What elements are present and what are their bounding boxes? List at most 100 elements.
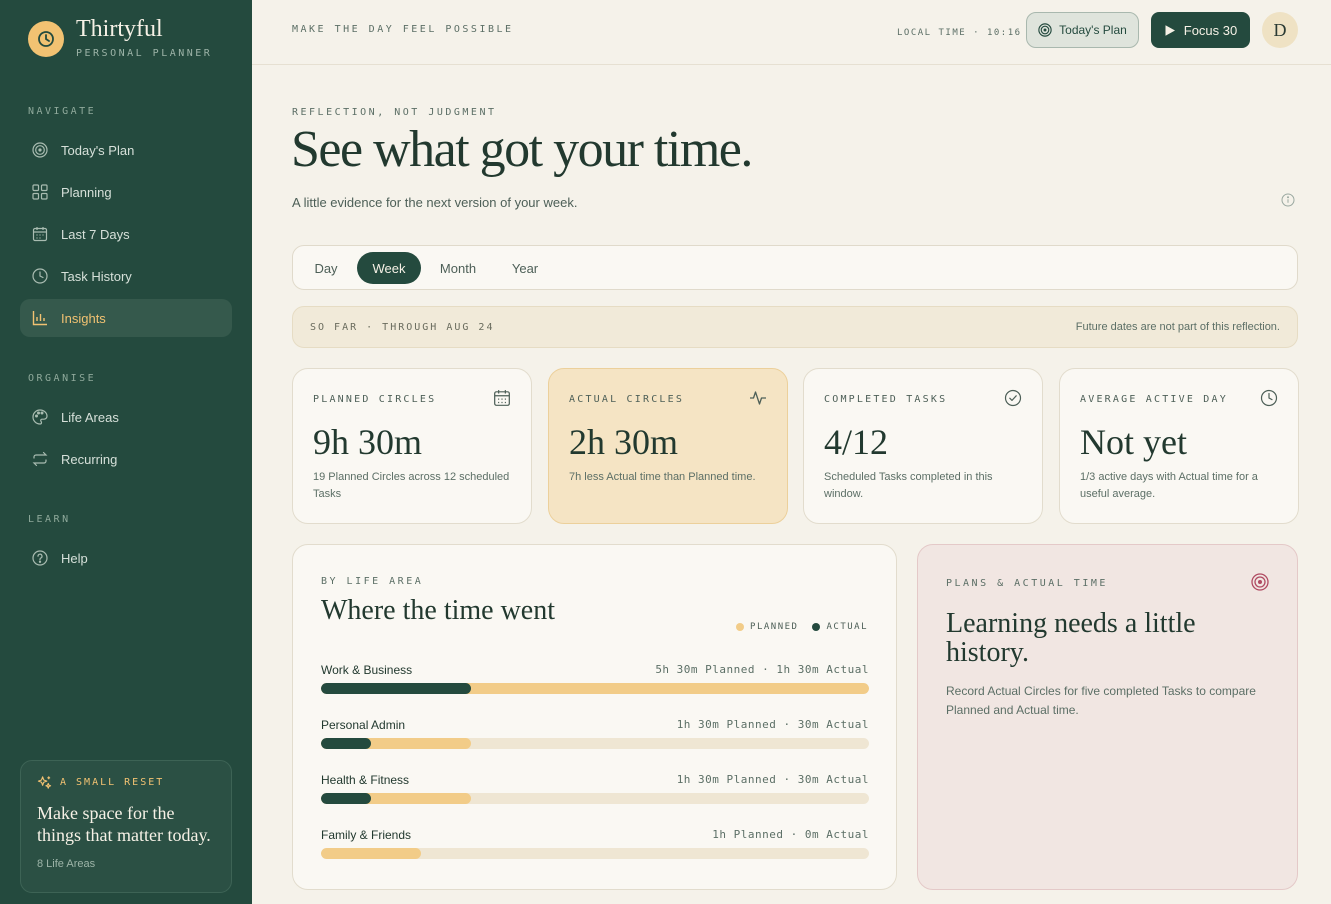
stat-value: 9h 30m [313, 422, 423, 462]
sidebar-item-help[interactable]: Help [20, 539, 232, 577]
life-area-track [321, 848, 869, 859]
nav-section-learn: LEARN [28, 514, 71, 525]
stat-label: PLANNED CIRCLES [313, 394, 437, 405]
stat-value: Not yet [1080, 422, 1187, 462]
sidebar: Thirtyful PERSONAL PLANNER NAVIGATE Toda… [0, 0, 252, 904]
nav-section-navigate: NAVIGATE [28, 106, 97, 117]
stat-value: 4/12 [824, 422, 889, 462]
clock-logo-icon [28, 20, 64, 57]
period-tabs: Day Week Month Year [292, 245, 1298, 290]
legend-planned-dot [736, 623, 745, 631]
sidebar-item-label: Help [61, 550, 88, 566]
calendar-icon [493, 389, 511, 412]
panel-eyebrow: BY LIFE AREA [321, 576, 424, 587]
tab-year[interactable]: Year [497, 252, 553, 284]
notice-text: Future dates are not part of this reflec… [1075, 321, 1280, 333]
palette-icon [32, 409, 48, 425]
life-area-track [321, 738, 869, 749]
life-area-name: Health & Fitness [321, 773, 410, 787]
info-icon[interactable] [1281, 193, 1295, 212]
page-subtitle: A little evidence for the next version o… [292, 195, 578, 210]
hero-eyebrow: REFLECTION, NOT JUDGMENT [292, 107, 497, 118]
tab-month[interactable]: Month [429, 252, 487, 284]
clock-icon [1260, 389, 1278, 412]
stat-label: AVERAGE ACTIVE DAY [1080, 394, 1228, 405]
stat-completed-tasks: COMPLETED TASKS 4/12 Scheduled Tasks com… [803, 368, 1043, 524]
avatar[interactable]: D [1262, 12, 1298, 48]
stat-label: COMPLETED TASKS [824, 394, 948, 405]
life-area-values: 5h 30m Planned · 1h 30m Actual [655, 663, 869, 676]
sparkle-icon [37, 775, 52, 790]
sidebar-item-label: Life Areas [61, 409, 119, 425]
sidebar-item-label: Planning [61, 184, 112, 200]
reset-card-title: Make space for the things that matter to… [37, 803, 211, 845]
tab-day[interactable]: Day [303, 252, 349, 284]
legend-actual-dot [812, 623, 821, 631]
history-title: Learning needs a little history. [946, 608, 1196, 668]
panel-title: Where the time went [321, 595, 556, 626]
todays-plan-button[interactable]: Today's Plan [1026, 12, 1139, 48]
life-area-track [321, 793, 869, 804]
history-description: Record Actual Circles for five completed… [946, 684, 1256, 717]
local-time: LOCAL TIME · 10:16 [897, 28, 1022, 38]
page-title: See what got your time. [291, 121, 753, 178]
sidebar-item-task-history[interactable]: Task History [20, 257, 232, 295]
stat-description: 19 Planned Circles across 12 scheduled T… [313, 471, 510, 500]
life-area-values: 1h Planned · 0m Actual [712, 828, 869, 841]
life-area-values: 1h 30m Planned · 30m Actual [676, 718, 869, 731]
grid-icon [32, 184, 48, 200]
help-icon [32, 550, 48, 566]
life-area-values: 1h 30m Planned · 30m Actual [676, 773, 869, 786]
brand[interactable]: Thirtyful PERSONAL PLANNER [28, 17, 213, 59]
actual-bar [321, 793, 371, 804]
sidebar-item-todays-plan[interactable]: Today's Plan [20, 131, 232, 169]
sidebar-item-label: Last 7 Days [61, 226, 130, 242]
reset-card-footer: 8 Life Areas [37, 858, 96, 870]
chart-legend: PLANNED ACTUAL [736, 622, 868, 632]
target-icon [32, 142, 48, 158]
clock-icon [32, 268, 48, 284]
history-eyebrow: PLANS & ACTUAL TIME [946, 578, 1108, 589]
play-icon [1164, 24, 1176, 37]
tab-week[interactable]: Week [357, 252, 421, 284]
plans-actual-panel: PLANS & ACTUAL TIME Learning needs a lit… [917, 544, 1298, 890]
reset-card-label: A SMALL RESET [60, 777, 165, 788]
notice-range: SO FAR · THROUGH AUG 24 [310, 322, 495, 333]
brand-subtitle: PERSONAL PLANNER [76, 48, 213, 59]
small-reset-card[interactable]: A SMALL RESET Make space for the things … [20, 760, 232, 893]
reflection-notice: SO FAR · THROUGH AUG 24 Future dates are… [292, 306, 1298, 348]
stat-average-active-day: AVERAGE ACTIVE DAY Not yet 1/3 active da… [1059, 368, 1299, 524]
life-area-track [321, 683, 869, 694]
check-circle-icon [1004, 389, 1022, 412]
actual-bar [321, 738, 371, 749]
actual-bar [321, 683, 471, 694]
stat-description: 7h less Actual time than Planned time. [569, 471, 756, 483]
focus-30-button[interactable]: Focus 30 [1151, 12, 1250, 48]
stat-description: Scheduled Tasks completed in this window… [824, 471, 993, 500]
calendar-icon [32, 226, 48, 242]
sidebar-item-insights[interactable]: Insights [20, 299, 232, 337]
sidebar-item-life-areas[interactable]: Life Areas [20, 398, 232, 436]
sidebar-item-label: Recurring [61, 451, 118, 467]
bar-chart-icon [32, 310, 48, 326]
pulse-icon [749, 389, 767, 412]
sidebar-item-label: Task History [61, 268, 132, 284]
legend-planned: PLANNED [750, 622, 799, 632]
sidebar-item-last-7-days[interactable]: Last 7 Days [20, 215, 232, 253]
life-area-name: Work & Business [321, 663, 413, 677]
planned-bar [321, 848, 421, 859]
target-icon [1038, 23, 1052, 37]
sidebar-item-label: Today's Plan [61, 142, 135, 158]
tagline: MAKE THE DAY FEEL POSSIBLE [292, 24, 514, 35]
repeat-icon [32, 451, 48, 467]
sidebar-item-recurring[interactable]: Recurring [20, 440, 232, 478]
legend-actual: ACTUAL [826, 622, 868, 632]
nav-section-organise: ORGANISE [28, 373, 97, 384]
todays-plan-label: Today's Plan [1059, 23, 1127, 37]
stat-label: ACTUAL CIRCLES [569, 394, 685, 405]
life-area-name: Family & Friends [321, 828, 412, 842]
stat-planned-circles: PLANNED CIRCLES 9h 30m 19 Planned Circle… [292, 368, 532, 524]
life-area-panel: BY LIFE AREA Where the time went PLANNED… [292, 544, 897, 890]
target-icon [1251, 573, 1269, 596]
sidebar-item-planning[interactable]: Planning [20, 173, 232, 211]
